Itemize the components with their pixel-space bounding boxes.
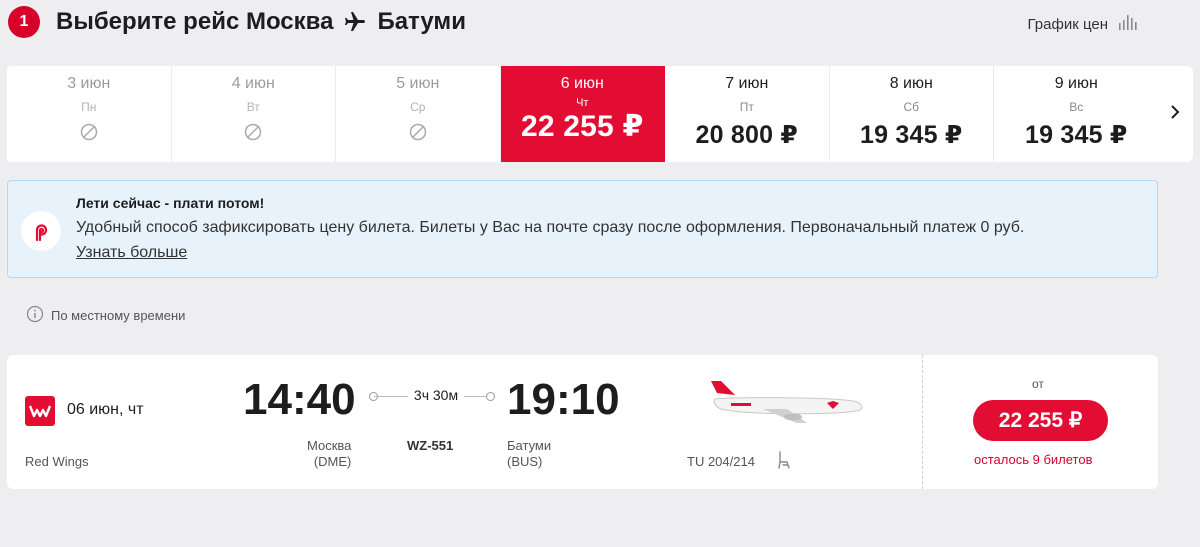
destination-dot — [486, 392, 495, 401]
next-dates-button[interactable] — [1157, 66, 1193, 162]
local-time-label: По местному времени — [51, 308, 186, 323]
step-badge: 1 — [8, 6, 40, 38]
date-price: 19 345 ₽ — [860, 121, 963, 149]
select-price-button[interactable]: 22 255 ₽ — [973, 400, 1108, 441]
date-price: 20 800 ₽ — [695, 121, 798, 149]
date-label: 4 июн — [231, 75, 275, 92]
unavailable-icon — [79, 122, 99, 147]
price-from-label: от — [1032, 377, 1044, 391]
unavailable-icon — [243, 122, 263, 147]
pay-later-logo-icon — [21, 211, 61, 251]
departure-code: (DME) — [313, 454, 352, 469]
airplane-icon — [343, 10, 367, 34]
date-label: 5 июн — [396, 75, 440, 92]
date-label: 6 июн — [560, 75, 604, 92]
date-cell[interactable]: 5 июн Ср — [336, 66, 501, 162]
date-selector: 3 июн Пн 4 июн Вт 5 июн Ср 6 июн Чт 22 2… — [7, 66, 1167, 162]
flight-card[interactable]: 06 июн, чт Red Wings 14:40 3ч 30м 19:10 … — [7, 355, 1158, 489]
aircraft-image — [707, 379, 867, 434]
weekday-label: Ср — [410, 100, 426, 114]
departure-time: 14:40 — [243, 375, 356, 424]
unavailable-icon — [408, 122, 428, 147]
departure-city: Москва — [307, 438, 352, 453]
date-label: 7 июн — [725, 75, 769, 92]
price-chart-link[interactable]: График цен — [1028, 13, 1138, 35]
card-divider — [922, 355, 923, 489]
airline-name: Red Wings — [25, 454, 89, 469]
date-cell[interactable]: 4 июн Вт — [172, 66, 336, 162]
page-title: Выберите рейс Москва Батуми — [56, 8, 466, 36]
chevron-right-icon — [1169, 104, 1181, 124]
date-cell-selected[interactable]: 6 июн Чт 22 255 ₽ — [500, 66, 665, 162]
route-line: 3ч 30м — [369, 387, 495, 407]
airline-logo-icon — [25, 396, 55, 426]
aircraft-model: TU 204/214 — [687, 454, 755, 469]
date-cell[interactable]: 7 июн Пт 20 800 ₽ — [665, 66, 830, 162]
seat-icon — [777, 451, 791, 472]
aircraft-info: TU 204/214 — [687, 451, 791, 472]
weekday-label: Чт — [576, 97, 589, 109]
date-price: 22 255 ₽ — [520, 110, 644, 143]
bar-chart-icon — [1118, 13, 1138, 35]
date-price: 19 345 ₽ — [1025, 121, 1128, 149]
promo-banner: Лети сейчас - плати потом! Удобный спосо… — [7, 180, 1158, 278]
title-destination: Батуми — [377, 8, 466, 35]
local-time-note: По местному времени — [26, 305, 185, 326]
arrival-code: (BUS) — [507, 454, 543, 469]
weekday-label: Вс — [1069, 100, 1084, 114]
seats-left-label: осталось 9 билетов — [974, 452, 1093, 467]
weekday-label: Пт — [739, 100, 754, 114]
weekday-label: Пн — [81, 100, 97, 114]
title-origin: Выберите рейс Москва — [56, 8, 334, 35]
weekday-label: Вт — [246, 100, 260, 114]
arrival-time: 19:10 — [507, 375, 620, 424]
date-cell[interactable]: 8 июн Сб 19 345 ₽ — [830, 66, 994, 162]
price-chart-label: График цен — [1027, 15, 1108, 33]
arrival-airport: Батуми (BUS) — [507, 438, 551, 470]
info-icon — [26, 305, 44, 326]
date-label: 8 июн — [889, 75, 933, 92]
flight-date: 06 июн, чт — [67, 401, 144, 418]
departure-airport: Москва (DME) — [307, 438, 351, 470]
promo-title: Лети сейчас - плати потом! — [76, 195, 265, 211]
date-cell[interactable]: 9 июн Вс 19 345 ₽ — [994, 66, 1159, 162]
promo-text: Удобный способ зафиксировать цену билета… — [76, 219, 1025, 236]
flight-duration: 3ч 30м — [413, 387, 459, 403]
weekday-label: Сб — [903, 100, 920, 114]
date-label: 9 июн — [1054, 75, 1098, 92]
learn-more-link[interactable]: Узнать больше — [76, 244, 187, 262]
arrival-city: Батуми — [507, 438, 552, 453]
date-cell[interactable]: 3 июн Пн — [7, 66, 172, 162]
route-segment — [374, 396, 408, 397]
date-label: 3 июн — [67, 75, 111, 92]
flight-number: WZ-551 — [407, 438, 454, 453]
